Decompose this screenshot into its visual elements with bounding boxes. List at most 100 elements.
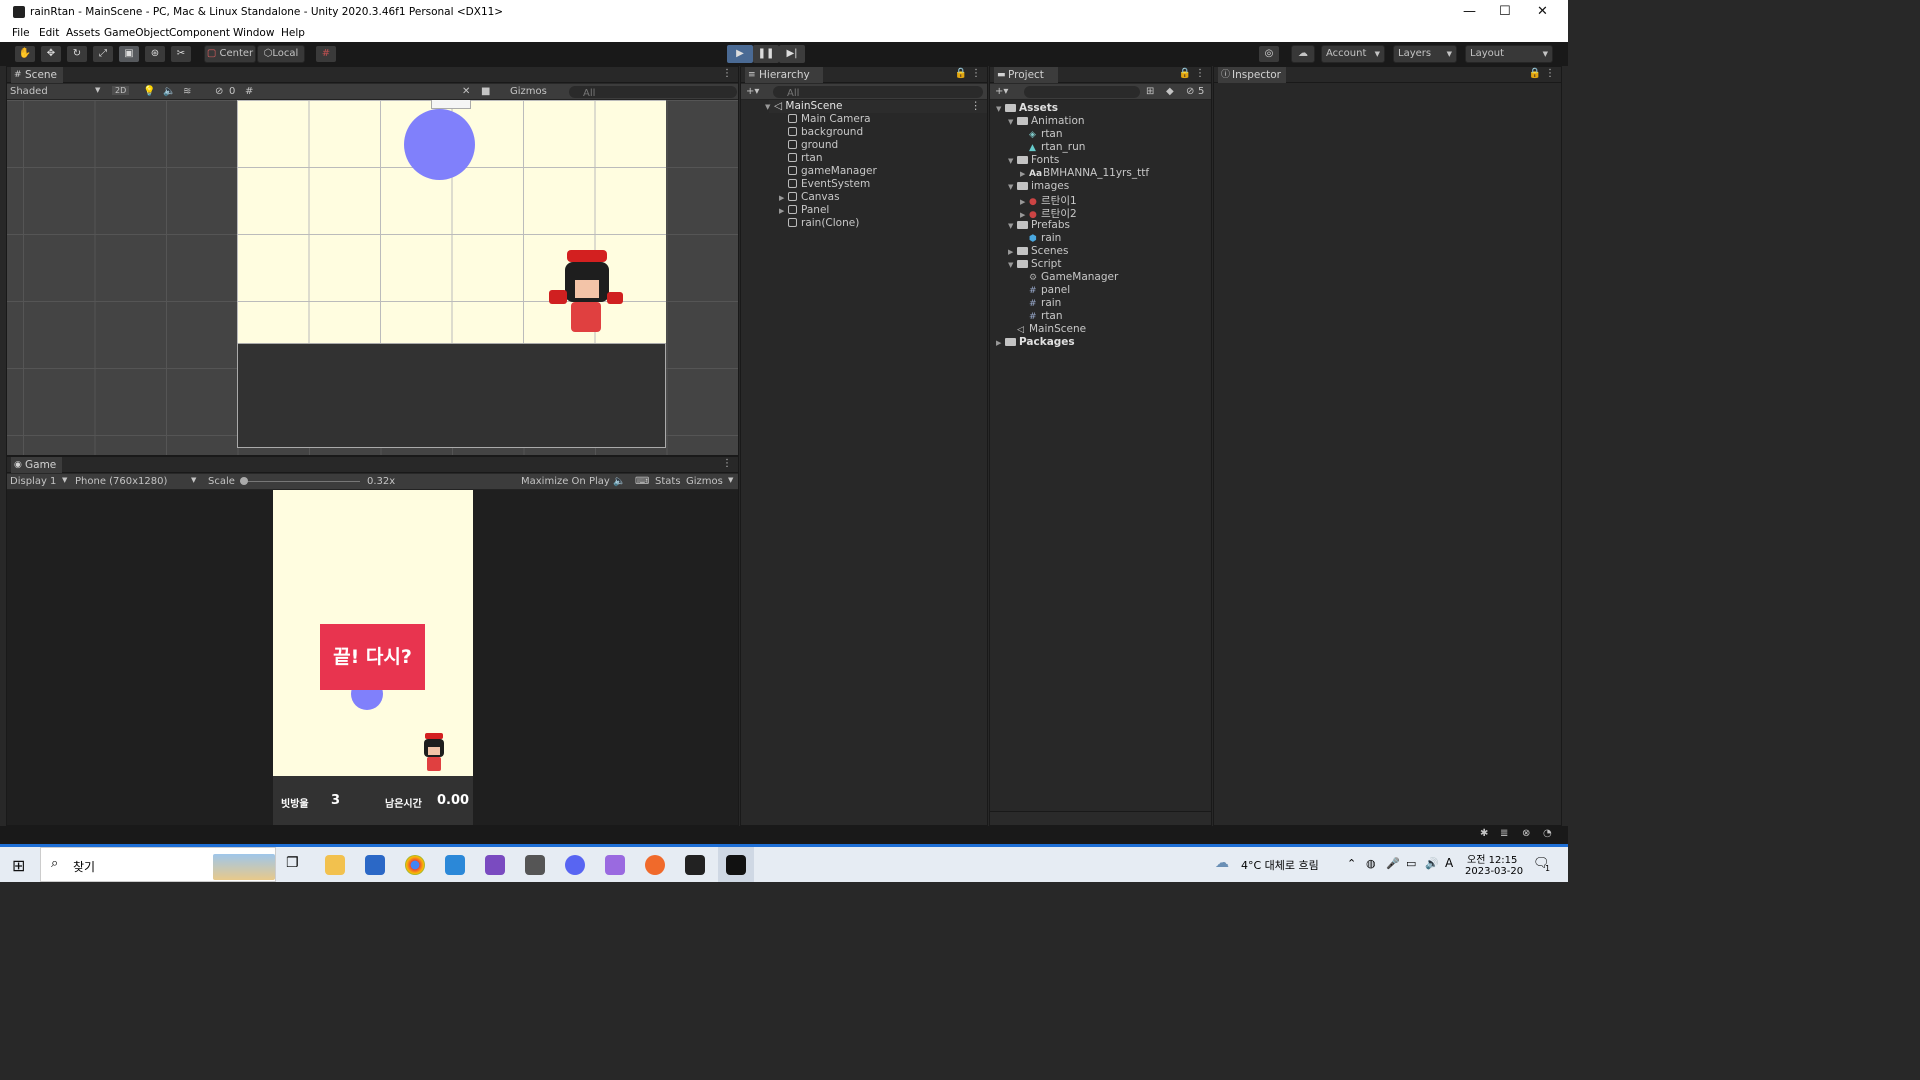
filter-label-icon[interactable]: ◆ bbox=[1166, 86, 1174, 97]
stack-icon[interactable]: ≣ bbox=[1500, 828, 1508, 839]
hierarchy-item[interactable]: rain(Clone) bbox=[779, 217, 859, 229]
scene-search-input[interactable]: All bbox=[569, 86, 737, 99]
volume-icon[interactable]: 🔊 bbox=[1425, 857, 1439, 870]
menu-file[interactable]: File bbox=[12, 27, 30, 39]
project-item[interactable]: ▶ AaBMHANNA_11yrs_ttf bbox=[1020, 167, 1149, 179]
bug-icon[interactable]: ✱ bbox=[1480, 828, 1488, 839]
scale-slider-track[interactable] bbox=[240, 481, 360, 482]
hierarchy-item[interactable]: ▶ Canvas bbox=[779, 191, 840, 203]
project-item[interactable]: ▲ rtan_run bbox=[1020, 141, 1085, 153]
create-dropdown[interactable]: +▾ bbox=[746, 86, 759, 97]
project-item[interactable]: # rain bbox=[1020, 297, 1061, 309]
effects-icon[interactable]: ≋ bbox=[183, 86, 191, 97]
rect-tool-icon[interactable]: ▣ bbox=[119, 46, 139, 62]
menu-component[interactable]: Component bbox=[169, 27, 230, 39]
audio-icon[interactable]: 🔈 bbox=[163, 86, 175, 97]
store-icon[interactable] bbox=[365, 855, 385, 875]
hand-tool-icon[interactable]: ✋ bbox=[15, 46, 35, 62]
project-item[interactable]: ⚙ GameManager bbox=[1020, 271, 1118, 283]
clock-time[interactable]: 오전 12:15 bbox=[1467, 851, 1517, 866]
hierarchy-item[interactable]: ▶ Panel bbox=[779, 204, 829, 216]
project-item[interactable]: # panel bbox=[1020, 284, 1070, 296]
rotate-tool-icon[interactable]: ↻ bbox=[67, 46, 87, 62]
microphone-icon[interactable]: 🎤 bbox=[1386, 857, 1400, 870]
stats-toggle[interactable]: Stats bbox=[655, 476, 681, 487]
weather-text[interactable]: 4°C 대체로 흐림 bbox=[1241, 857, 1319, 873]
display-dropdown[interactable]: Display 1 bbox=[10, 476, 56, 487]
account-dropdown[interactable]: Account ▼ bbox=[1321, 45, 1385, 63]
file-explorer-icon[interactable] bbox=[325, 855, 345, 875]
project-item[interactable]: # rtan bbox=[1020, 310, 1063, 322]
chevron-down-icon[interactable]: ▼ bbox=[1008, 118, 1017, 126]
tray-chevron-up-icon[interactable]: ⌃ bbox=[1347, 857, 1356, 870]
hierarchy-item[interactable]: gameManager bbox=[779, 165, 877, 177]
hidden-packages-icon[interactable]: ⊘ bbox=[1186, 86, 1194, 97]
project-item[interactable]: ▼ Animation bbox=[1008, 115, 1085, 127]
light-icon[interactable]: 💡 bbox=[143, 86, 155, 97]
chevron-down-icon[interactable]: ▼ bbox=[1008, 222, 1017, 230]
layout-dropdown[interactable]: Layout ▼ bbox=[1465, 45, 1553, 63]
hierarchy-item[interactable]: Main Camera bbox=[779, 113, 871, 125]
collab-icon[interactable]: ◎ bbox=[1259, 46, 1279, 62]
menu-window[interactable]: Window bbox=[233, 27, 274, 39]
debug-icon[interactable]: ⊗ bbox=[1522, 828, 1530, 839]
chevron-down-icon[interactable]: ▼ bbox=[1008, 261, 1017, 269]
tab-project[interactable]: ▬ Project bbox=[994, 67, 1058, 83]
tab-scene[interactable]: # Scene bbox=[11, 67, 64, 83]
move-tool-icon[interactable]: ✥ bbox=[41, 46, 61, 62]
menu-gameobject[interactable]: GameObject bbox=[104, 27, 169, 39]
chevron-right-icon[interactable]: ▶ bbox=[1020, 170, 1029, 178]
project-item[interactable]: ▶ Scenes bbox=[1008, 245, 1068, 257]
taskbar-search-box[interactable]: ⌕ 찾기 bbox=[40, 847, 276, 882]
project-item[interactable]: ▼ Script bbox=[1008, 258, 1061, 270]
create-dropdown[interactable]: +▾ bbox=[995, 86, 1008, 97]
wifi-icon[interactable]: ▭ bbox=[1406, 857, 1416, 870]
panel-menu-icon[interactable]: ⋮ bbox=[1195, 68, 1205, 79]
mute-audio-icon[interactable]: 🔈 bbox=[613, 476, 625, 487]
menu-assets[interactable]: Assets bbox=[66, 27, 100, 39]
filter-type-icon[interactable]: ⊞ bbox=[1146, 86, 1154, 97]
chevron-right-icon[interactable]: ▶ bbox=[996, 339, 1005, 347]
project-item[interactable]: ◈ rtan bbox=[1020, 128, 1063, 140]
unity-hub-icon[interactable] bbox=[525, 855, 545, 875]
retry-button[interactable]: 끝! 다시? bbox=[320, 624, 425, 690]
close-button[interactable]: ✕ bbox=[1537, 4, 1548, 19]
minimize-button[interactable]: — bbox=[1463, 4, 1476, 19]
project-item[interactable]: ◁ MainScene bbox=[1008, 323, 1086, 335]
grid-toggle-icon[interactable]: # bbox=[245, 86, 253, 97]
2d-toggle[interactable]: 2D bbox=[112, 86, 130, 95]
scene-root-row[interactable]: ▼ ◁ MainScene ⋮ bbox=[765, 100, 987, 113]
hierarchy-item[interactable]: ground bbox=[779, 139, 838, 151]
project-item[interactable]: ▶ Packages bbox=[996, 336, 1075, 348]
network-status-icon[interactable]: ◍ bbox=[1366, 857, 1376, 870]
menu-help[interactable]: Help bbox=[281, 27, 305, 39]
game-gizmos-dropdown[interactable]: Gizmos bbox=[686, 476, 723, 487]
custom-tool-icon[interactable]: ✂ bbox=[171, 46, 191, 62]
chevron-right-icon[interactable]: ▶ bbox=[1020, 198, 1029, 206]
scale-slider-handle[interactable] bbox=[240, 477, 248, 485]
scene-viewport[interactable] bbox=[7, 100, 738, 455]
tab-hierarchy[interactable]: ≡ Hierarchy bbox=[745, 67, 823, 83]
game-viewport[interactable]: 끝! 다시? 빗방울 3 남은시간 0.00 bbox=[7, 490, 738, 825]
chevron-down-icon[interactable]: ▼ bbox=[996, 105, 1005, 113]
clock-date[interactable]: 2023-03-20 bbox=[1465, 866, 1523, 877]
gizmos-dropdown[interactable]: Gizmos bbox=[510, 86, 547, 97]
panel-menu-icon[interactable]: ⋮ bbox=[722, 68, 732, 79]
progress-icon[interactable]: ◔ bbox=[1543, 828, 1552, 839]
transform-tool-icon[interactable]: ⊛ bbox=[145, 46, 165, 62]
keyboard-icon[interactable]: ⌨ bbox=[635, 476, 649, 487]
lock-icon[interactable]: 🔒 bbox=[1529, 68, 1541, 79]
project-item[interactable]: ⬢ rain bbox=[1020, 232, 1061, 244]
shading-dropdown[interactable]: Shaded bbox=[10, 86, 48, 97]
chevron-right-icon[interactable]: ▶ bbox=[779, 194, 788, 202]
chevron-right-icon[interactable]: ▶ bbox=[1020, 211, 1029, 219]
project-item[interactable]: ▼ Fonts bbox=[1008, 154, 1059, 166]
menu-edit[interactable]: Edit bbox=[39, 27, 59, 39]
chevron-down-icon[interactable]: ▼ bbox=[1008, 157, 1017, 165]
hidden-objects-icon[interactable]: ⊘ bbox=[215, 86, 223, 97]
resolution-dropdown[interactable]: Phone (760x1280) bbox=[75, 476, 167, 487]
maximize-button[interactable]: ☐ bbox=[1499, 4, 1511, 19]
project-item[interactable]: ▼ Prefabs bbox=[1008, 219, 1070, 231]
layers-dropdown[interactable]: Layers ▼ bbox=[1393, 45, 1457, 63]
scene-menu-icon[interactable]: ⋮ bbox=[971, 100, 982, 112]
